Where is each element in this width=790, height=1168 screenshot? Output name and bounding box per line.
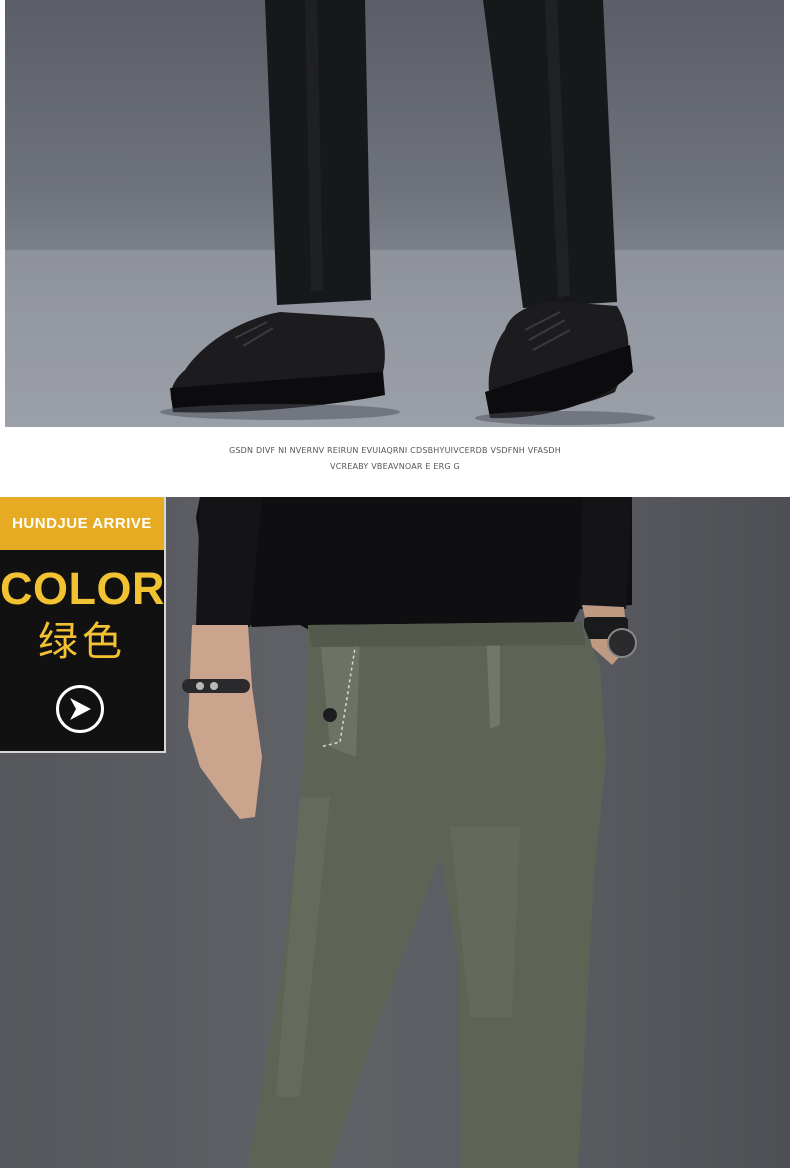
- badge-header: HUNDJUE ARRIVE: [0, 497, 164, 550]
- play-button[interactable]: [56, 685, 104, 733]
- caption-line-1: GSDN DIVF NI NVERNV REIRUN EVUIAQRNI CDS…: [228, 446, 561, 455]
- product-caption: GSDN DIVF NI NVERNV REIRUN EVUIAQRNI CDS…: [0, 443, 790, 475]
- caption-line-2: VCREABY VBEAVNOAR E ERG G: [330, 462, 460, 471]
- product-photo-black-trousers: [5, 0, 784, 427]
- color-badge: HUNDJUE ARRIVE COLOR 绿色: [0, 497, 166, 753]
- badge-color-name: 绿色: [38, 619, 126, 665]
- play-icon: [70, 698, 91, 720]
- badge-title: COLOR: [0, 563, 165, 614]
